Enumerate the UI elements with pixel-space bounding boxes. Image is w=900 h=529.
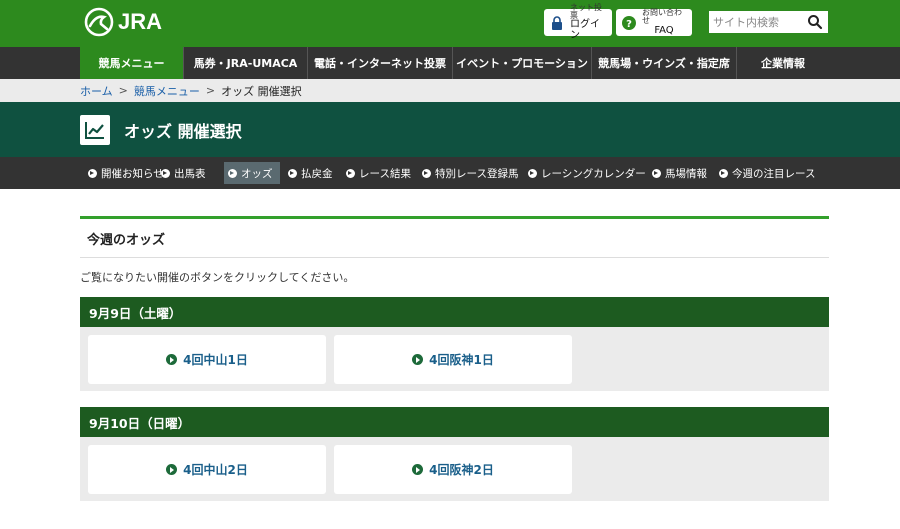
login-bottom-label: ログイン xyxy=(570,19,600,41)
meeting-list: 4回中山1日 4回阪神1日 xyxy=(80,327,829,391)
circle-arrow-icon xyxy=(161,168,170,178)
logo-text: JRA xyxy=(118,9,163,34)
page-title: オッズ 開催選択 xyxy=(124,122,242,141)
lnav-kaisai-info[interactable]: 開催お知らせ xyxy=(84,162,168,184)
circle-arrow-icon xyxy=(652,168,661,178)
gnav-racecourses-winds[interactable]: 競馬場・ウインズ・指定席 xyxy=(592,47,737,79)
lnav-label: 今週の注目レース xyxy=(732,167,816,180)
lnav-odds[interactable]: オッズ xyxy=(224,162,280,184)
faq-top-label: お問い合わせ xyxy=(642,7,682,26)
global-nav: 競馬メニュー 馬券・JRA-UMACA 電話・インターネット投票 イベント・プロ… xyxy=(0,47,900,79)
meeting-button[interactable]: 4回阪神2日 xyxy=(334,445,572,494)
chart-line-icon xyxy=(80,115,110,145)
lnav-label: 特別レース登録馬 xyxy=(435,167,519,180)
meeting-label: 4回阪神1日 xyxy=(429,353,494,367)
site-search xyxy=(709,11,828,33)
meeting-label: 4回阪神2日 xyxy=(429,463,494,477)
lnav-race-results[interactable]: レース結果 xyxy=(342,162,415,184)
lnav-label: レース結果 xyxy=(359,167,411,180)
lnav-haraimodoshi[interactable]: 払戻金 xyxy=(284,162,337,184)
day-heading: 9月10日（日曜） xyxy=(80,407,829,437)
day-block: 9月10日（日曜） 4回中山2日 4回阪神2日 xyxy=(80,407,829,501)
breadcrumb-current: オッズ 開催選択 xyxy=(221,84,302,98)
gnav-corporate-info[interactable]: 企業情報 xyxy=(737,47,829,79)
section-title: 今週のオッズ xyxy=(80,216,829,258)
search-icon[interactable] xyxy=(807,14,823,30)
page-header: オッズ 開催選択 xyxy=(0,102,900,157)
jra-logo[interactable]: JRA xyxy=(84,7,162,37)
circle-arrow-icon xyxy=(422,168,431,178)
faq-button[interactable]: ? お問い合わせ FAQ xyxy=(616,7,692,36)
meeting-list: 4回中山2日 4回阪神2日 xyxy=(80,437,829,501)
meeting-button[interactable]: 4回中山2日 xyxy=(88,445,326,494)
login-top-label: ネット投票 xyxy=(570,2,602,20)
svg-text:?: ? xyxy=(626,19,632,30)
lnav-track-info[interactable]: 馬場情報 xyxy=(648,162,711,184)
gnav-keiba-menu[interactable]: 競馬メニュー xyxy=(80,47,184,79)
local-nav: 開催お知らせ 出馬表 オッズ 払戻金 レース結果 特別レース登録馬 レーシングカ… xyxy=(0,157,900,189)
lock-icon xyxy=(552,15,562,30)
gnav-baken-umaca[interactable]: 馬券・JRA-UMACA xyxy=(184,47,308,79)
day-block: 9月9日（土曜） 4回中山1日 4回阪神1日 xyxy=(80,297,829,391)
net-vote-login-button[interactable]: ネット投票 ログイン xyxy=(544,3,612,41)
breadcrumb-keiba-menu-link[interactable]: 競馬メニュー xyxy=(134,83,200,99)
search-input[interactable] xyxy=(709,12,807,32)
lnav-racing-calendar[interactable]: レーシングカレンダー xyxy=(524,162,650,184)
circle-arrow-icon xyxy=(288,168,297,178)
circle-arrow-icon xyxy=(166,464,178,475)
gnav-events-promotion[interactable]: イベント・プロモーション xyxy=(453,47,592,79)
lnav-label: 馬場情報 xyxy=(665,167,707,180)
circle-arrow-icon xyxy=(346,168,355,178)
breadcrumb-home-link[interactable]: ホーム xyxy=(80,83,113,99)
gnav-phone-internet-vote[interactable]: 電話・インターネット投票 xyxy=(308,47,453,79)
breadcrumb: ホーム > 競馬メニュー > オッズ 開催選択 xyxy=(0,79,900,102)
day-heading: 9月9日（土曜） xyxy=(80,297,829,327)
intro-text: ご覧になりたい開催のボタンをクリックしてください。 xyxy=(80,271,355,284)
meeting-button[interactable]: 4回阪神1日 xyxy=(334,335,572,384)
lnav-label: オッズ xyxy=(241,167,273,180)
breadcrumb-separator: > xyxy=(205,84,216,97)
circle-arrow-icon xyxy=(88,168,97,178)
lnav-label: 払戻金 xyxy=(301,167,333,180)
meeting-label: 4回中山1日 xyxy=(183,353,248,367)
faq-bottom-label: FAQ xyxy=(654,24,674,36)
circle-arrow-icon xyxy=(166,354,178,365)
circle-arrow-icon xyxy=(412,464,424,475)
lnav-shutsubahyo[interactable]: 出馬表 xyxy=(157,162,210,184)
circle-arrow-icon xyxy=(528,168,537,178)
question-icon: ? xyxy=(622,15,636,30)
meeting-button[interactable]: 4回中山1日 xyxy=(88,335,326,384)
circle-arrow-icon xyxy=(719,168,728,178)
circle-arrow-icon xyxy=(412,354,424,365)
lnav-special-race-entries[interactable]: 特別レース登録馬 xyxy=(418,162,522,184)
lnav-label: 出馬表 xyxy=(174,167,206,180)
circle-arrow-icon xyxy=(228,168,237,178)
lnav-featured-races[interactable]: 今週の注目レース xyxy=(715,162,819,184)
lnav-label: レーシングカレンダー xyxy=(541,167,646,180)
main-content: 今週のオッズ ご覧になりたい開催のボタンをクリックしてください。 9月9日（土曜… xyxy=(80,216,829,501)
breadcrumb-separator: > xyxy=(118,84,128,97)
site-header: JRA ネット投票 ログイン ? お問い合わせ FAQ xyxy=(0,0,900,47)
jra-logo-mark-icon xyxy=(84,7,114,37)
meeting-label: 4回中山2日 xyxy=(183,463,248,477)
lnav-label: 開催お知らせ xyxy=(101,167,164,180)
